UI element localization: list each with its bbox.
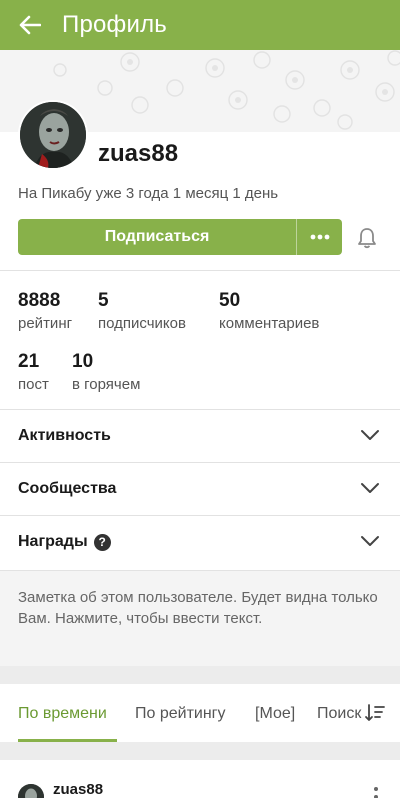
stat-label: пост xyxy=(18,376,49,393)
arrow-left-icon xyxy=(19,15,41,35)
stat-label: подписчиков xyxy=(98,315,186,332)
tab-by-rating[interactable]: По рейтингу xyxy=(135,705,226,723)
stat-value: 5 xyxy=(98,290,109,311)
post-username[interactable]: zuas88 xyxy=(53,781,103,798)
section-activity[interactable]: Активность xyxy=(0,410,400,462)
section-label: Сообщества xyxy=(18,480,117,497)
sort-icon[interactable] xyxy=(364,702,386,724)
stat-value: 10 xyxy=(72,351,94,372)
stat-rating[interactable]: 8888 рейтинг xyxy=(18,290,72,334)
avatar-image xyxy=(20,102,86,168)
notify-button[interactable] xyxy=(354,225,380,251)
post-sort-tabs: По времени По рейтингу [Мое] Поиск xyxy=(0,684,400,742)
section-gap xyxy=(0,742,400,760)
section-awards[interactable]: Награды ? xyxy=(0,516,400,568)
stat-label: в горячем xyxy=(72,376,141,393)
subscribe-button-group: Подписаться xyxy=(18,219,342,255)
profile-card: zuas88 На Пикабу уже 3 года 1 месяц 1 де… xyxy=(0,100,400,270)
stat-hot[interactable]: 10 в горячем xyxy=(72,351,140,395)
tab-search[interactable]: Поиск xyxy=(317,705,361,723)
chevron-down-icon xyxy=(361,483,379,493)
stat-label: рейтинг xyxy=(18,315,73,332)
stat-label: комментариев xyxy=(219,315,320,332)
page-title: Профиль xyxy=(62,11,168,38)
section-label: Активность xyxy=(18,427,111,444)
user-note-input[interactable]: Заметка об этом пользователе. Будет видн… xyxy=(0,571,400,666)
section-gap xyxy=(0,666,400,684)
more-dots-icon xyxy=(310,234,329,240)
stat-subscribers[interactable]: 5 подписчиков xyxy=(98,290,186,334)
more-options-button[interactable] xyxy=(297,219,342,255)
back-button[interactable] xyxy=(0,0,62,50)
post-card: zuas88 xyxy=(0,760,400,798)
chevron-down-icon xyxy=(361,430,379,440)
avatar-image xyxy=(18,784,44,798)
stats-panel: 8888 рейтинг 5 подписчиков 50 комментари… xyxy=(0,271,400,409)
tab-mine[interactable]: [Мое] xyxy=(255,705,295,723)
member-since: На Пикабу уже 3 года 1 месяц 1 день xyxy=(18,185,279,202)
post-avatar[interactable] xyxy=(18,784,44,798)
app-bar: Профиль xyxy=(0,0,400,50)
stat-comments[interactable]: 50 комментариев xyxy=(219,290,319,334)
subscribe-button[interactable]: Подписаться xyxy=(18,219,296,255)
stat-value: 50 xyxy=(219,290,241,311)
tab-by-time[interactable]: По времени xyxy=(18,705,107,723)
more-vertical-icon[interactable] xyxy=(372,786,380,798)
section-label: Награды xyxy=(18,533,88,550)
help-icon[interactable]: ? xyxy=(93,533,111,551)
username: zuas88 xyxy=(98,140,179,167)
avatar[interactable] xyxy=(18,100,88,170)
stat-posts[interactable]: 21 пост xyxy=(18,351,49,395)
bell-icon xyxy=(358,228,376,249)
section-communities[interactable]: Сообщества xyxy=(0,463,400,515)
chevron-down-icon xyxy=(361,536,379,546)
stat-value: 21 xyxy=(18,351,40,372)
stat-value: 8888 xyxy=(18,290,61,311)
